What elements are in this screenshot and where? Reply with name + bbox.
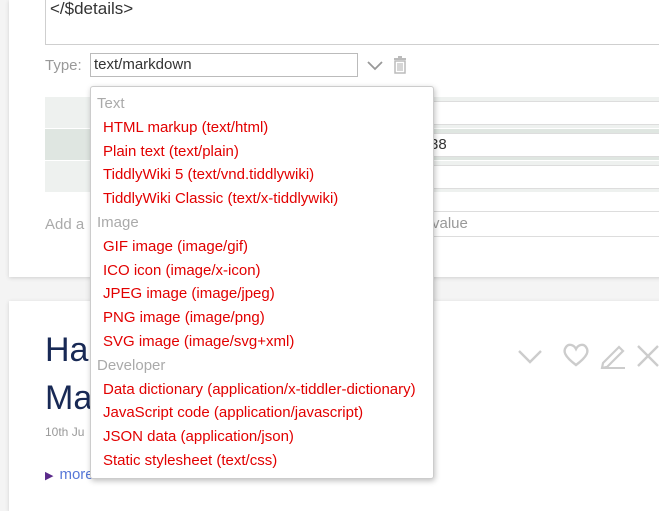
type-option[interactable]: JavaScript code (application/javascript) [103,404,363,421]
type-dropdown-menu: Text HTML markup (text/html) Plain text (t… [90,86,434,479]
type-option[interactable]: TiddlyWiki Classic (text/x-tiddlywiki) [103,190,338,207]
type-option[interactable]: Data dictionary (application/x-tiddler-d… [103,381,416,398]
chevron-down-icon[interactable] [366,56,384,79]
tiddler-title-line2: Ma [45,379,93,417]
type-option[interactable]: Plain text (text/plain) [103,143,239,160]
type-option[interactable]: TiddlyWiki 5 (text/vnd.tiddlywiki) [103,166,314,183]
more-toggle[interactable]: ▶ more [45,466,94,483]
type-option[interactable]: JPEG image (image/jpeg) [103,285,275,302]
field-value-input[interactable] [429,165,659,189]
add-field-label: Add a [45,216,85,233]
tiddler-title-line1: Ha [45,331,89,369]
type-input[interactable]: text/markdown [90,53,358,77]
field-value-placeholder-input[interactable]: value [429,211,659,237]
type-option[interactable]: GIF image (image/gif) [103,238,248,255]
field-value-input[interactable] [429,101,659,125]
type-label: Type: [45,57,82,74]
editor-text: </$details> [50,0,134,18]
type-option[interactable]: HTML markup (text/html) [103,119,268,136]
delete-icon[interactable] [392,56,408,79]
field-value-input[interactable]: 38 [429,133,659,157]
group-label-image: Image [97,214,139,231]
type-option[interactable]: PNG image (image/png) [103,309,265,326]
type-option[interactable]: ICO icon (image/x-icon) [103,262,261,279]
type-option[interactable]: Static stylesheet (text/css) [103,452,277,469]
group-label-text: Text [97,95,125,112]
chevron-down-icon[interactable] [517,345,543,372]
more-label: more [59,466,94,483]
type-option[interactable]: JSON data (application/json) [103,428,294,445]
triangle-right-icon: ▶ [45,470,54,482]
heart-icon[interactable] [562,343,590,372]
type-option[interactable]: SVG image (image/svg+xml) [103,333,294,350]
edit-pencil-icon[interactable] [599,341,627,374]
group-label-developer: Developer [97,356,166,374]
tiddler-date: 10th Ju [45,425,85,439]
close-icon[interactable] [635,343,659,374]
text-editor[interactable]: </$details> [45,0,659,45]
